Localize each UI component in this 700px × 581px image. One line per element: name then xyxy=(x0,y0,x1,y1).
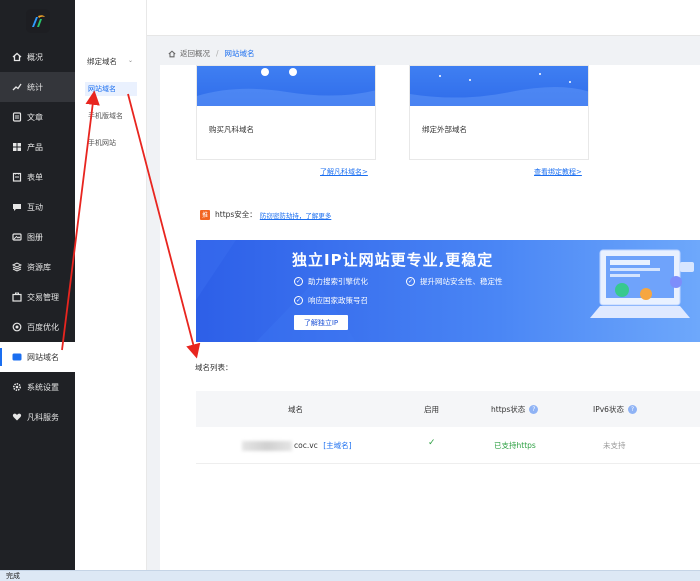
bind-tutorial-link[interactable]: 查看绑定教程> xyxy=(534,167,582,177)
subnav-item-mobile-domain[interactable]: 手机版域名 xyxy=(85,109,126,123)
subnav-item-mobile-site[interactable]: 手机网站 xyxy=(85,136,119,150)
sidebar-item-interaction[interactable]: 互动 xyxy=(0,192,75,222)
learn-domain-link[interactable]: 了解凡科域名> xyxy=(320,167,368,177)
subnav-item-website-domain[interactable]: 网站域名 xyxy=(85,82,137,96)
chat-icon xyxy=(12,202,22,212)
sidebar-item-resources[interactable]: 资源库 xyxy=(0,252,75,282)
bind-domain-card[interactable]: 绑定外部域名 xyxy=(409,65,589,160)
sidebar-item-seo[interactable]: 百度优化 xyxy=(0,312,75,342)
sidebar-item-label: 系统设置 xyxy=(27,382,59,392)
help-icon[interactable]: ? xyxy=(529,405,539,414)
sidebar-item-forms[interactable]: 表单 xyxy=(0,162,75,192)
header-https: https状态? xyxy=(491,404,539,415)
sidebar-item-settings[interactable]: 系统设置 xyxy=(0,372,75,402)
domain-list-label: 域名列表： xyxy=(195,363,233,372)
card-label: 购买凡科域名 xyxy=(209,125,254,134)
recommend-badge: 推 xyxy=(200,209,210,220)
redacted-text xyxy=(242,441,292,451)
check-circle-icon: ✓ xyxy=(294,296,303,305)
domain-cell: coc.vc [主域名] xyxy=(242,440,352,451)
chevron-down-icon[interactable]: ⌄ xyxy=(128,57,133,64)
header-enabled: 启用 xyxy=(424,405,439,414)
sidebar-item-label: 资源库 xyxy=(27,262,51,272)
table-header: 域名 启用 https状态? IPv6状态? xyxy=(196,391,700,427)
learn-dedicated-ip-button[interactable]: 了解独立IP xyxy=(294,315,348,330)
banner-feature: ✓ 提升网站安全性、稳定性 xyxy=(406,277,503,286)
sidebar-item-services[interactable]: 凡科服务 xyxy=(0,402,75,432)
sidebar-item-label: 文章 xyxy=(27,112,43,122)
banner-feature: ✓ 助力搜索引擎优化 xyxy=(294,277,368,286)
card-illustration xyxy=(410,66,588,106)
banner-title: 独立IP让网站更专业,更稳定 xyxy=(292,251,494,269)
top-bar xyxy=(75,0,700,36)
breadcrumb-separator: / xyxy=(216,49,219,58)
sidebar-item-label: 概况 xyxy=(27,52,43,62)
album-icon xyxy=(12,232,22,242)
sidebar-item-label: 交易管理 xyxy=(27,292,59,302)
article-icon xyxy=(12,112,22,122)
header-ipv6: IPv6状态? xyxy=(593,404,637,415)
grid-icon xyxy=(12,142,22,152)
heart-icon xyxy=(12,412,22,422)
sidebar-item-label: 百度优化 xyxy=(27,322,59,332)
check-circle-icon: ✓ xyxy=(294,277,303,286)
sidebar-item-label: 凡科服务 xyxy=(27,412,59,422)
primary-domain-tag: [主域名] xyxy=(323,441,352,450)
status-text: 完成 xyxy=(6,572,20,580)
sidebar-item-label: 互动 xyxy=(27,202,43,212)
sidebar-item-label: 统计 xyxy=(27,82,43,92)
breadcrumb: 返回概况 / 网站域名 xyxy=(168,48,255,59)
domain-table: 域名 启用 https状态? IPv6状态? coc.vc [主域名] ✓ 已支… xyxy=(196,391,700,464)
seo-icon xyxy=(12,322,22,332)
sidebar-item-domain[interactable]: 网站域名 xyxy=(0,342,75,372)
sidebar-item-label: 表单 xyxy=(27,172,43,182)
gear-icon xyxy=(12,382,22,392)
help-icon[interactable]: ? xyxy=(627,405,637,414)
sidebar-item-album[interactable]: 图册 xyxy=(0,222,75,252)
sidebar-item-label: 网站域名 xyxy=(27,352,59,362)
stack-icon xyxy=(12,262,22,272)
buy-domain-card[interactable]: 购买凡科域名 xyxy=(196,65,376,160)
app-logo[interactable] xyxy=(25,9,50,33)
https-label: https安全： xyxy=(215,210,257,219)
stats-icon xyxy=(12,82,22,92)
sidebar-item-stats[interactable]: 统计 xyxy=(0,72,75,102)
home-icon xyxy=(168,50,176,57)
table-row: coc.vc [主域名] ✓ 已支持https 未支持 xyxy=(196,427,700,464)
domain-icon xyxy=(12,352,22,362)
sidebar-item-trade[interactable]: 交易管理 xyxy=(0,282,75,312)
https-more-link[interactable]: 防窃密防劫持，了解更多 xyxy=(260,210,332,220)
sidebar-item-label: 产品 xyxy=(27,142,43,152)
https-notice: 推 https安全： 防窃密防劫持，了解更多 xyxy=(200,209,331,220)
header-domain: 域名 xyxy=(288,405,303,414)
sidebar-item-products[interactable]: 产品 xyxy=(0,132,75,162)
form-icon xyxy=(12,172,22,182)
https-status: 已支持https xyxy=(494,441,536,450)
breadcrumb-back-link[interactable]: 返回概况 xyxy=(180,48,210,59)
card-label: 绑定外部域名 xyxy=(422,125,467,134)
breadcrumb-current: 网站域名 xyxy=(224,49,255,58)
card-illustration xyxy=(197,66,375,106)
trade-icon xyxy=(12,292,22,302)
subnav-heading[interactable]: 绑定域名 xyxy=(87,56,117,67)
banner-feature: ✓ 响应国家政策号召 xyxy=(294,296,368,305)
sidebar-item-overview[interactable]: 概况 xyxy=(0,42,75,72)
browser-status-bar: 完成 xyxy=(0,570,700,581)
main-content: 购买凡科域名 了解凡科域名> 绑定外部域名 查看绑定教程> 推 https安全：… xyxy=(160,65,700,570)
main-sidebar: 概况 统计 文章 产品 表单 互动 图册 资源库 交易管理 百度优化 网站域名 xyxy=(0,0,75,570)
sub-navigation: 绑定域名 ⌄ 网站域名 手机版域名 手机网站 xyxy=(75,0,147,570)
dedicated-ip-banner[interactable]: 独立IP让网站更专业,更稳定 ✓ 助力搜索引擎优化 ✓ 提升网站安全性、稳定性 ✓ 响… xyxy=(196,240,700,342)
enabled-check-icon: ✓ xyxy=(428,438,436,448)
sidebar-item-articles[interactable]: 文章 xyxy=(0,102,75,132)
ipv6-status: 未支持 xyxy=(603,441,626,450)
home-icon xyxy=(12,52,22,62)
check-circle-icon: ✓ xyxy=(406,277,415,286)
sidebar-item-label: 图册 xyxy=(27,232,43,242)
